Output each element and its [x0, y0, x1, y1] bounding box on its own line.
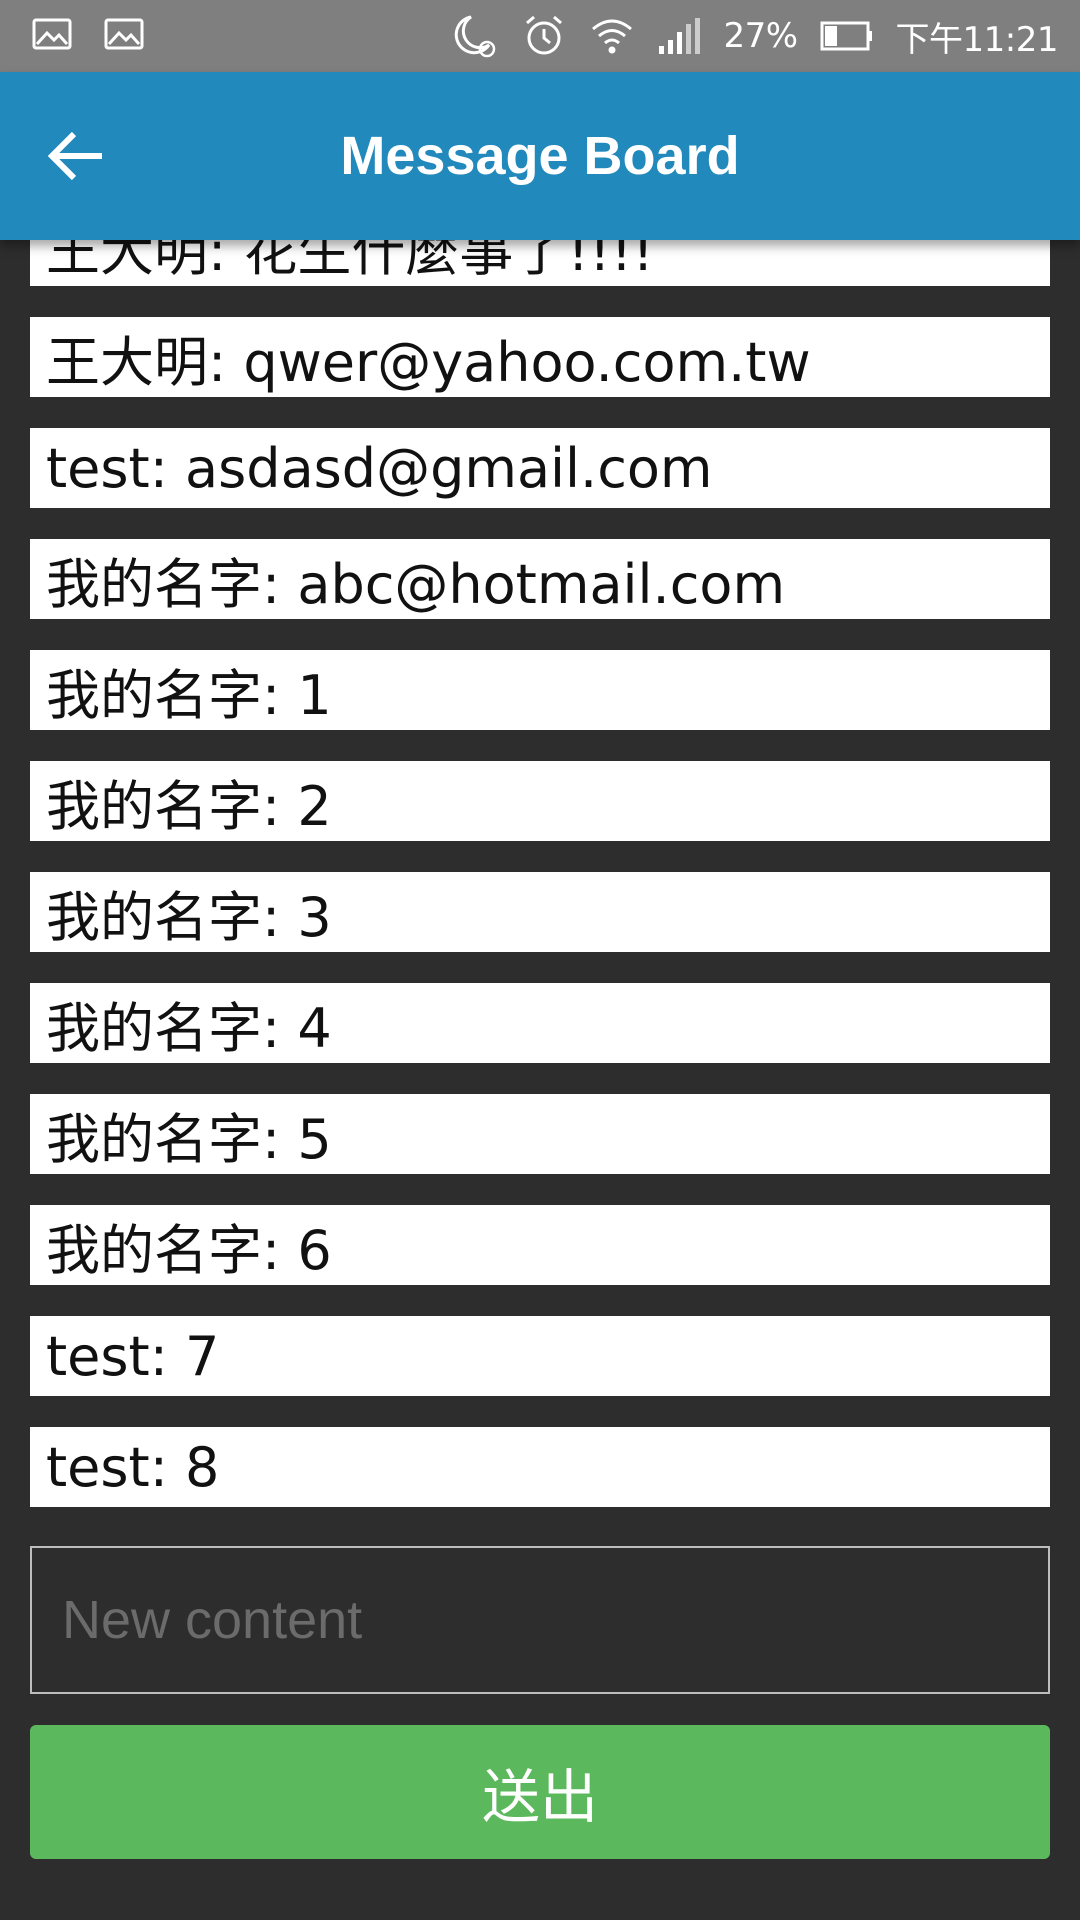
new-content-field-frame — [30, 1546, 1050, 1694]
new-content-input[interactable] — [32, 1548, 1048, 1692]
message-list-content: 王大明: 花生什麼事了!!!! 王大明: qwer@yahoo.com.tw t… — [30, 240, 1050, 1516]
arrow-left-icon — [47, 131, 102, 181]
battery-icon — [820, 21, 872, 51]
list-item[interactable]: 我的名字: 5 — [30, 1094, 1050, 1174]
list-item[interactable]: test: asdasd@gmail.com — [30, 428, 1050, 508]
list-item[interactable]: 我的名字: 2 — [30, 761, 1050, 841]
image-icon — [104, 18, 144, 50]
image-icon — [32, 18, 72, 50]
send-button[interactable]: 送出 — [30, 1725, 1050, 1859]
list-item[interactable]: 我的名字: 3 — [30, 872, 1050, 952]
back-button[interactable] — [38, 116, 118, 196]
list-item[interactable]: 王大明: qwer@yahoo.com.tw — [30, 317, 1050, 397]
list-item[interactable]: test: 8 — [30, 1427, 1050, 1507]
system-status: 27% 下午11:21 — [449, 0, 1059, 72]
list-item[interactable]: 王大明: 花生什麼事了!!!! — [30, 240, 1050, 286]
message-list[interactable]: 王大明: 花生什麼事了!!!! 王大明: qwer@yahoo.com.tw t… — [0, 240, 1080, 1516]
signal-icon — [659, 18, 701, 54]
notification-icons — [32, 16, 144, 54]
page-title: Message Board — [340, 126, 740, 186]
list-item[interactable]: 我的名字: 6 — [30, 1205, 1050, 1285]
moon-alarm-icon — [455, 15, 496, 58]
clock: 下午11:21 — [895, 19, 1059, 60]
wifi-icon — [592, 19, 633, 54]
list-item[interactable]: 我的名字: abc@hotmail.com — [30, 539, 1050, 619]
status-bar: 27% 下午11:21 — [0, 0, 1080, 72]
list-item[interactable]: 我的名字: 1 — [30, 650, 1050, 730]
app-bar: Message Board — [0, 72, 1080, 240]
list-item[interactable]: 我的名字: 4 — [30, 983, 1050, 1063]
battery-percent: 27% — [723, 16, 798, 56]
alarm-clock-icon — [526, 15, 563, 55]
list-item[interactable]: test: 7 — [30, 1316, 1050, 1396]
